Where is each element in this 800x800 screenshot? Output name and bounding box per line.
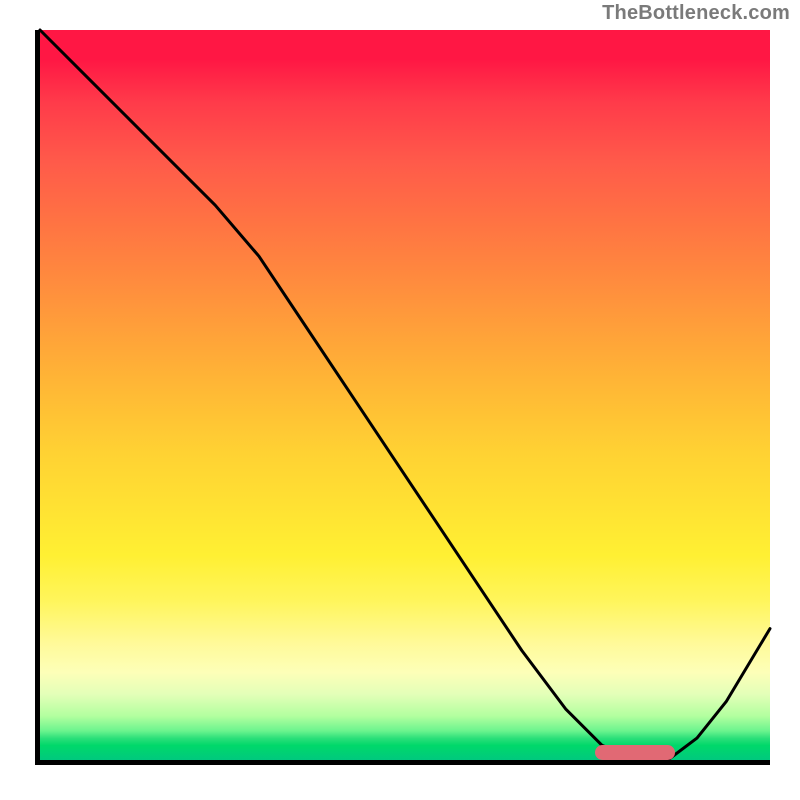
bottleneck-curve [40,30,770,760]
optimal-range-marker [595,745,675,760]
bottleneck-chart [35,30,770,765]
attribution-text: TheBottleneck.com [602,2,790,25]
curve-svg [40,30,770,760]
